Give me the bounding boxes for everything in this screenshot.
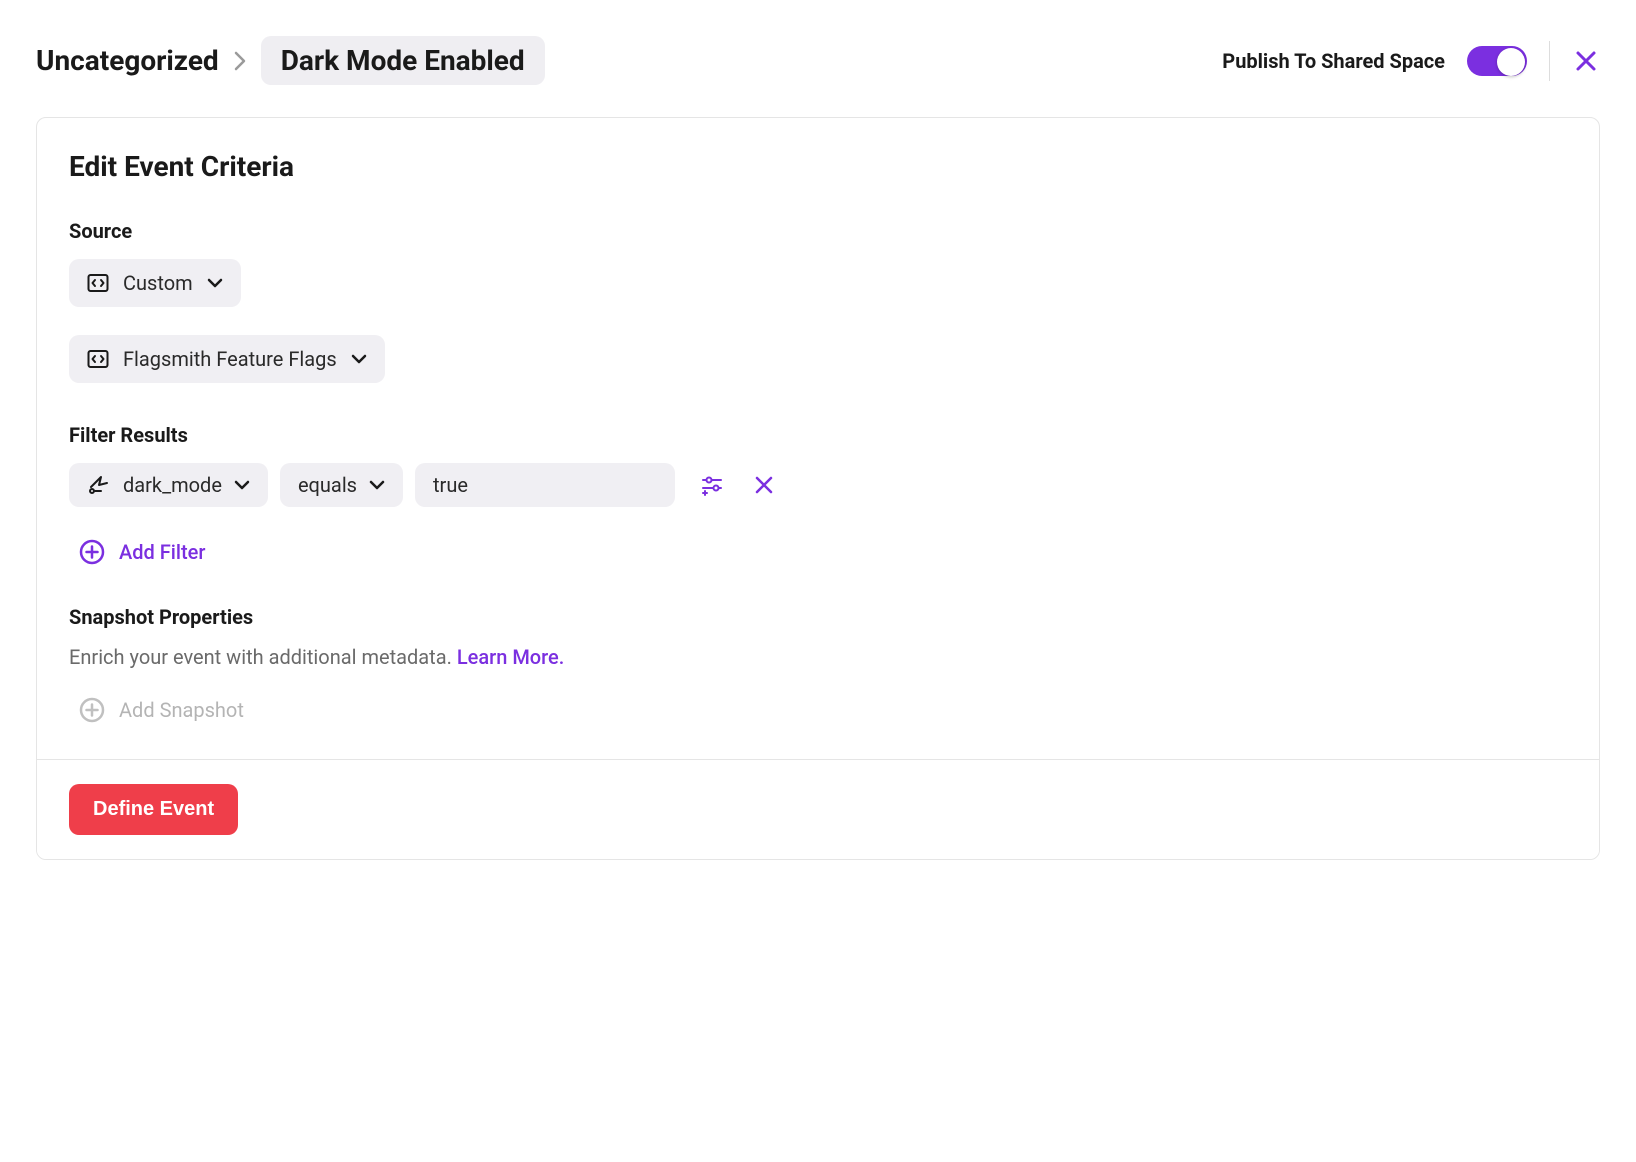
publish-toggle[interactable]	[1467, 46, 1527, 76]
add-filter-button[interactable]: Add Filter	[69, 539, 205, 565]
code-icon	[87, 272, 109, 294]
filter-value-input[interactable]: true	[415, 463, 675, 507]
close-icon	[1575, 50, 1597, 72]
snapshot-description: Enrich your event with additional metada…	[69, 645, 1571, 669]
sliders-icon	[701, 474, 723, 496]
panel-title: Edit Event Criteria	[69, 150, 1571, 183]
snapshot-label: Snapshot Properties	[69, 605, 1571, 629]
filter-results-label: Filter Results	[69, 423, 1571, 447]
source-provider-value: Flagsmith Feature Flags	[123, 347, 337, 371]
edit-event-panel: Edit Event Criteria Source Custom Flagsm…	[36, 117, 1600, 860]
filter-row: dark_mode equals true	[69, 463, 1571, 507]
learn-more-link[interactable]: Learn More.	[457, 645, 564, 669]
filter-operator-value: equals	[298, 473, 357, 497]
source-type-value: Custom	[123, 271, 193, 295]
filter-settings-button[interactable]	[697, 470, 727, 500]
snapshot-desc-text: Enrich your event with additional metada…	[69, 645, 457, 669]
panel-body: Edit Event Criteria Source Custom Flagsm…	[37, 118, 1599, 759]
close-icon	[755, 476, 773, 494]
define-event-button[interactable]: Define Event	[69, 784, 238, 835]
source-section: Source Custom Flagsmith Feature Flags	[69, 219, 1571, 411]
chevron-right-icon	[233, 51, 247, 71]
breadcrumb-parent[interactable]: Uncategorized	[36, 44, 219, 77]
filter-property-select[interactable]: dark_mode	[69, 463, 268, 507]
filter-value-text: true	[433, 473, 468, 497]
toggle-knob	[1497, 48, 1525, 76]
breadcrumb: Uncategorized Dark Mode Enabled	[36, 36, 545, 85]
plus-circle-icon	[79, 697, 105, 723]
snapshot-section: Snapshot Properties Enrich your event wi…	[69, 605, 1571, 727]
source-type-select[interactable]: Custom	[69, 259, 241, 307]
filter-section: Filter Results dark_mode equals	[69, 423, 1571, 605]
chevron-down-icon	[207, 277, 223, 289]
panel-footer: Define Event	[37, 759, 1599, 859]
plus-circle-icon	[79, 539, 105, 565]
filter-property-value: dark_mode	[123, 473, 222, 497]
header-actions: Publish To Shared Space	[1222, 41, 1600, 81]
breadcrumb-current[interactable]: Dark Mode Enabled	[261, 36, 545, 85]
source-provider-select[interactable]: Flagsmith Feature Flags	[69, 335, 385, 383]
code-icon	[87, 348, 109, 370]
publish-label: Publish To Shared Space	[1222, 49, 1445, 73]
chevron-down-icon	[351, 353, 367, 365]
remove-filter-button[interactable]	[749, 470, 779, 500]
add-snapshot-label: Add Snapshot	[119, 698, 244, 722]
add-filter-label: Add Filter	[119, 540, 205, 564]
nav-arrow-icon	[87, 473, 111, 497]
chevron-down-icon	[234, 479, 250, 491]
page-header: Uncategorized Dark Mode Enabled Publish …	[36, 36, 1600, 85]
add-snapshot-button[interactable]: Add Snapshot	[69, 697, 244, 723]
close-button[interactable]	[1572, 47, 1600, 75]
source-label: Source	[69, 219, 1571, 243]
chevron-down-icon	[369, 479, 385, 491]
filter-operator-select[interactable]: equals	[280, 463, 403, 507]
divider	[1549, 41, 1550, 81]
